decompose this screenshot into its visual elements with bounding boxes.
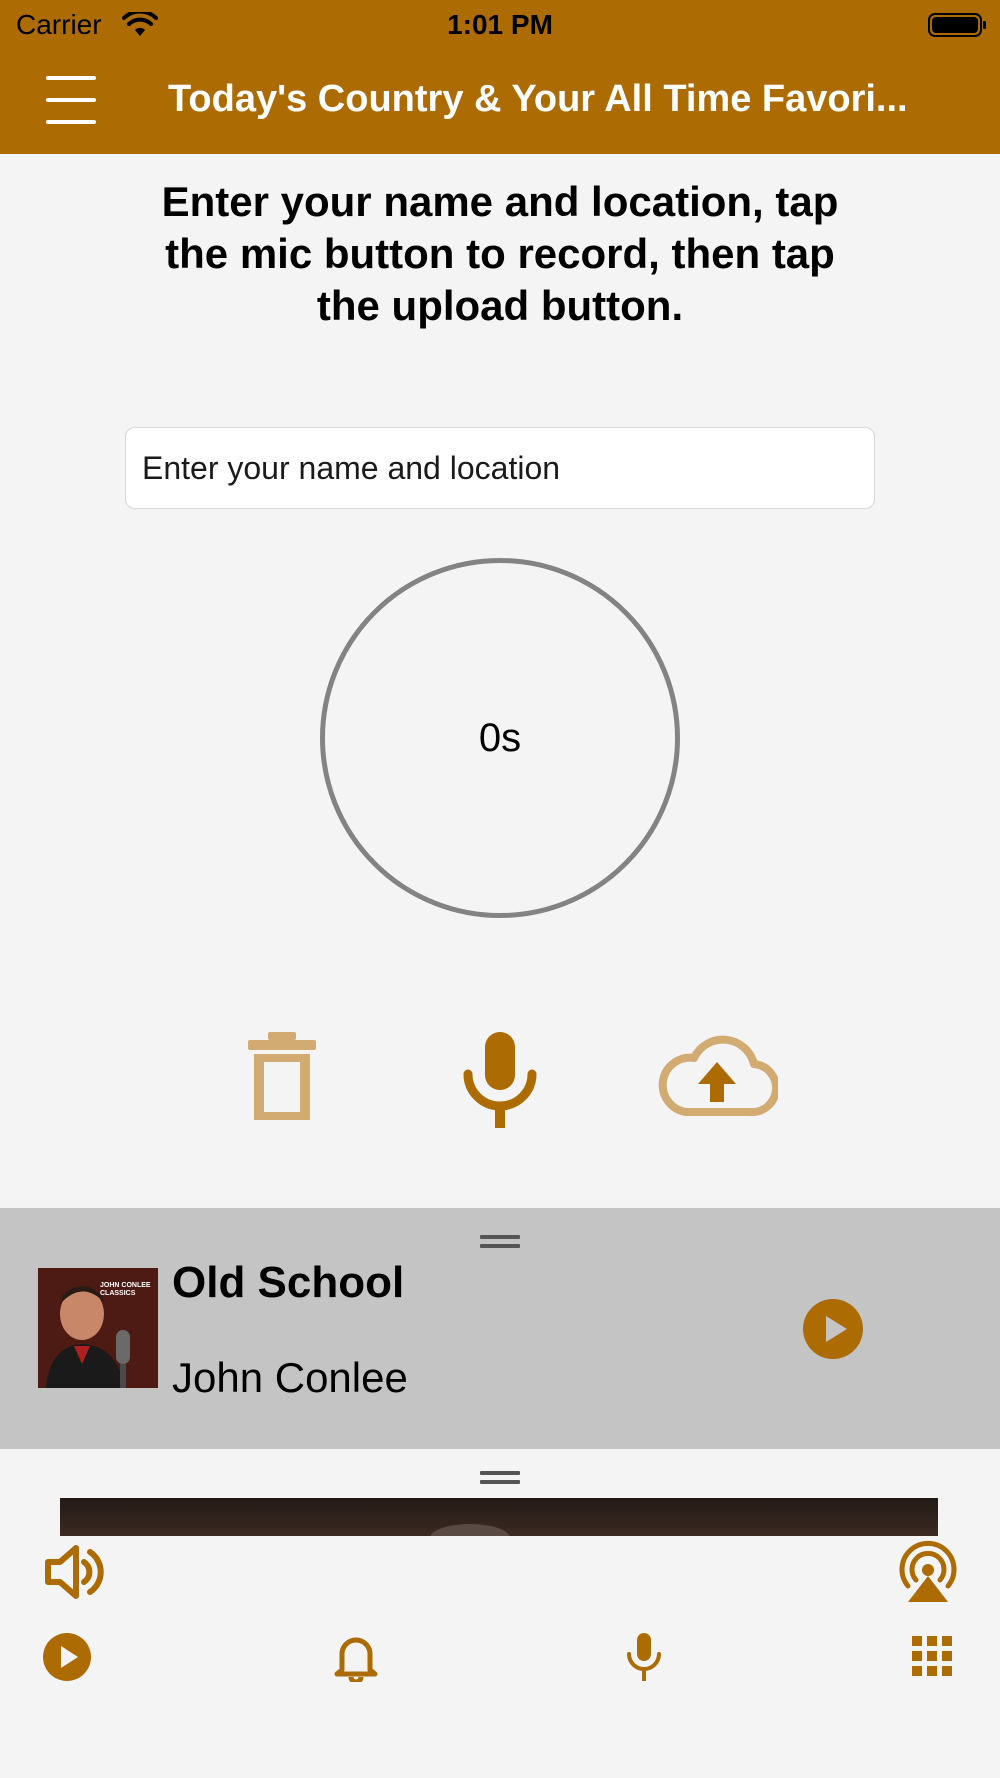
- speaker-icon: [45, 1545, 104, 1599]
- large-album-art: [60, 1498, 938, 1536]
- mini-play-button[interactable]: [802, 1298, 864, 1360]
- song-title: Old School: [172, 1258, 405, 1307]
- microphone-icon: [627, 1633, 661, 1681]
- name-location-input[interactable]: [125, 427, 875, 509]
- timer-value: 0s: [478, 715, 522, 760]
- upload-button[interactable]: [656, 1034, 781, 1118]
- cloud-upload-icon: [658, 1035, 781, 1117]
- menu-button[interactable]: [46, 74, 98, 126]
- tab-more[interactable]: [912, 1636, 952, 1676]
- drag-handle[interactable]: [480, 1235, 520, 1249]
- navigation-bar: Carrier 1:01 PM Today's Country & Your A…: [0, 0, 1000, 154]
- volume-button[interactable]: [44, 1544, 106, 1600]
- tab-play[interactable]: [42, 1632, 92, 1682]
- recording-instructions: Enter your name and location, tap the mi…: [161, 178, 839, 329]
- tab-record[interactable]: [626, 1632, 662, 1682]
- grid-icon: [912, 1636, 952, 1676]
- expand-handle[interactable]: [480, 1471, 520, 1485]
- bell-icon: [334, 1637, 378, 1685]
- play-icon: [43, 1633, 91, 1681]
- status-time: 1:01 PM: [447, 9, 553, 40]
- album-art: JOHN CONLEE CLASSICS: [38, 1268, 158, 1388]
- mini-player[interactable]: JOHN CONLEE CLASSICS Old School John Con…: [0, 1208, 1000, 1449]
- page-title: Today's Country & Your All Time Favori..…: [168, 78, 908, 120]
- record-button[interactable]: [460, 1030, 540, 1130]
- song-artist: John Conlee: [172, 1354, 408, 1401]
- recording-timer: 0s: [320, 558, 680, 918]
- tab-alerts[interactable]: [334, 1632, 378, 1685]
- airplay-button[interactable]: [896, 1540, 960, 1604]
- trash-icon: [248, 1032, 316, 1120]
- hamburger-icon: [46, 76, 96, 80]
- delete-button[interactable]: [244, 1030, 320, 1124]
- status-bar: Carrier 1:01 PM: [0, 0, 1000, 50]
- microphone-icon: [463, 1032, 537, 1128]
- album-art-text: JOHN CONLEE CLASSICS: [100, 1282, 151, 1297]
- battery-icon: [928, 13, 986, 37]
- airplay-icon: [899, 1540, 957, 1602]
- play-icon: [803, 1299, 863, 1359]
